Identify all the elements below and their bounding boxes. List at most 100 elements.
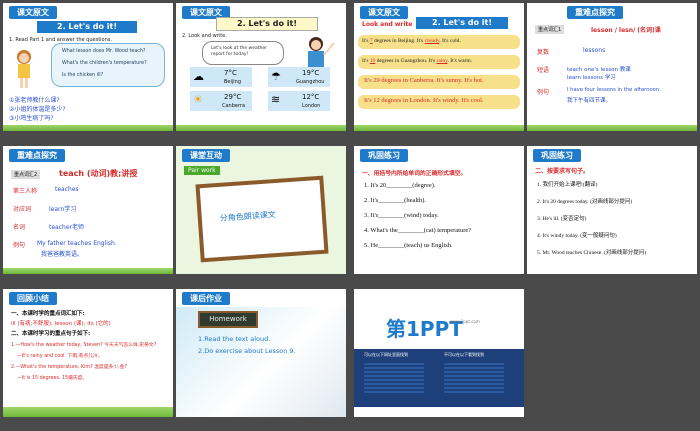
link-list — [364, 363, 424, 393]
slide-header: 回顾小结 — [9, 292, 57, 305]
line-post: . It's warm. — [447, 58, 473, 64]
slide-29[interactable]: 重难点探究 重点词汇2 teach (动词)教;讲授 第三人称 teaches … — [3, 146, 173, 274]
homework-board: Homework — [198, 311, 258, 328]
slide-33[interactable]: 回顾小结 一、本课时学的重点词汇如下: ill (有病;不舒服); lesson… — [3, 289, 173, 417]
link-list — [444, 363, 504, 393]
picture-frame: 分角色朗读课文 — [195, 175, 329, 263]
slide-header: 巩固练习 — [360, 149, 408, 162]
row-value: learn学习 — [49, 206, 77, 213]
slide-header: 重难点探究 — [567, 6, 623, 19]
exercise-item: 4. It's windy today. (变一般疑问句) — [537, 233, 617, 239]
slide-26[interactable]: 课文原文 2. Let's do it! 2. Look and write. … — [176, 3, 346, 131]
exercise-item: 2. It's________(health). — [364, 197, 427, 204]
line-mid: degrees in Guangzhou. It's — [375, 58, 437, 64]
row-value: 我下午有四节课。 — [567, 98, 612, 104]
answer-text: cloudy — [424, 38, 440, 44]
slide-32[interactable]: 巩固练习 二、按要求写句子。 1. 我们开始上课吧!(翻译) 2. It's 2… — [527, 146, 697, 274]
speech-bubble: Let's look at the weather report for tod… — [202, 41, 284, 65]
line-post: . It's cold. — [439, 38, 461, 44]
answer-text: It's 29 degrees in Canberra. It's sunny.… — [364, 77, 484, 84]
slide-header: 课后作业 — [182, 292, 230, 305]
section-tag: Look and write — [362, 21, 413, 28]
banner-caption: 可以在以下网址里面找到 — [364, 352, 408, 357]
section-tag: Pair work — [184, 166, 220, 175]
slide-header: 课文原文 — [360, 6, 408, 19]
slide-header: 重难点探究 — [9, 149, 65, 162]
slide-title: 2. Let's do it! — [416, 17, 508, 29]
row-value: 我爸爸教英语。 — [41, 251, 84, 258]
row-key: 短语 — [537, 67, 550, 74]
weather-card: ☁ 7°C Beijing — [190, 67, 252, 87]
exercise-item: 5. He________(teach) us English. — [364, 242, 453, 249]
exercise-item: 1. 我们开始上课吧!(翻译) — [537, 182, 598, 188]
row-value: teach one's lesson 教课 — [567, 67, 631, 73]
slide-31[interactable]: 巩固练习 一、用括号内所给单词的正确形式填空。 1. It's 20______… — [354, 146, 524, 274]
exercise-item: 1. It's 20________(degree). — [364, 182, 436, 189]
bubble-line: What's the children's temperature? — [62, 61, 147, 66]
row-key: 第三人称 — [13, 188, 38, 195]
key-word: teach (动词)教;讲授 — [59, 169, 138, 178]
slide-34[interactable]: 课后作业 Homework 1.Read the text aloud. 2.D… — [176, 289, 346, 417]
bubble-line: Is the chicken ill? — [62, 73, 104, 78]
homework-item: 2.Do exercise about Lesson 9. — [198, 347, 296, 355]
weather-card: ☀ 29°C Canberra — [190, 91, 252, 111]
weather-temp: 29°C — [224, 93, 242, 101]
question-cn: ①张老师教什么课? — [9, 97, 60, 104]
slide-35[interactable]: 第1PPT www.1ppt.com 可以在以下网址里面找到 不可以在以下看到找… — [354, 289, 524, 417]
row-value: I have four lessons in the afternoon. — [567, 87, 661, 93]
grass-decoration — [3, 407, 173, 417]
instruction: 2. Look and write. — [182, 33, 227, 39]
question-cn: ②小姐的体温是多少? — [9, 106, 66, 113]
rainy-icon: ☂ — [271, 71, 281, 83]
slide-header: 课堂互动 — [182, 149, 230, 162]
answer-text: rainy — [436, 58, 448, 64]
weather-card: ≋ 12°C London — [268, 91, 330, 111]
windy-icon: ≋ — [271, 94, 281, 106]
weather-city: Canberra — [222, 103, 246, 109]
slide-header: 课文原文 — [9, 6, 57, 19]
summary-line: 2.—What's the temperature, Kim? 温度是多少,金? — [11, 365, 127, 370]
row-key: 例句 — [537, 89, 550, 96]
frame-caption: 分角色朗读课文 — [219, 210, 277, 223]
site-url: www.1ppt.com — [450, 319, 480, 324]
slide-header: 巩固练习 — [533, 149, 581, 162]
summary-line: ill (有病;不舒服); lesson (课); its (它的) — [11, 321, 111, 327]
row-key: 例句 — [13, 242, 26, 249]
slide-25[interactable]: 课文原文 2. Let's do it! 1. Read Part 1 and … — [3, 3, 173, 131]
slide-28[interactable]: 重难点探究 重点词汇1 lesson / lesn/ (名词)课 复数 less… — [527, 3, 697, 131]
answer-text: It's 12 degrees in London. It's windy. I… — [364, 97, 484, 104]
slide-27[interactable]: 课文原文 Look and write 2. Let's do it! It's… — [354, 3, 524, 131]
summary-line: 一、本课时学的重点词汇如下: — [11, 311, 85, 317]
weather-city: Beijing — [224, 79, 242, 85]
banner-caption: 不可以在以下看到找到 — [444, 352, 484, 357]
weather-temp: 19°C — [302, 69, 320, 77]
exercise-item: 5. Mr. Wood teaches Chinese. (对画线部分提问) — [537, 250, 647, 256]
row-key: 对应词 — [13, 206, 32, 213]
summary-line: —It is 15 degrees. 15摄氏度。 — [17, 376, 88, 381]
row-value: teacher老师 — [49, 224, 84, 231]
info-banner: 可以在以下网址里面找到 不可以在以下看到找到 — [354, 349, 524, 407]
exercise-heading: 二、按要求写句子。 — [535, 168, 590, 175]
key-word: lesson / lesn/ (名词)课 — [591, 27, 661, 34]
row-key: 复数 — [537, 49, 550, 56]
row-value: learn lessons 学习 — [567, 75, 616, 81]
row-key: 名词 — [13, 224, 26, 231]
bubble-line: What lesson does Mr. Wood teach? — [62, 49, 146, 54]
exercise-item: 3. He's ill. (变否定句) — [537, 216, 587, 222]
summary-line: 二、本课时学习的重点句子如下: — [11, 331, 91, 337]
answer-strip: It's 19 degrees in Guangzhou. It's rainy… — [358, 55, 520, 69]
row-value: teaches — [55, 186, 79, 193]
row-value: My father teaches English. — [37, 240, 117, 247]
speech-text: Let's look at the weather report for tod… — [211, 46, 267, 57]
slide-30[interactable]: 课堂互动 Pair work 分角色朗读课文 ☆30 — [176, 146, 346, 274]
girl-illustration — [9, 47, 39, 89]
point-tag: 重点词汇1 — [535, 25, 565, 34]
line-mid: degrees in Beijing. It's — [372, 38, 425, 44]
point-tag: 重点词汇2 — [11, 170, 41, 179]
line-pre: It's — [362, 38, 370, 44]
summary-line: —It's rainy and cool. 下雨,有点儿冷。 — [17, 354, 103, 359]
line-pre: It's — [362, 58, 370, 64]
sunny-icon: ☀ — [193, 94, 203, 106]
exercise-item: 2. It's 20 degrees today. (对画线部分提问) — [537, 199, 633, 205]
summary-line: 1.—How's the weather today, Steven? 今天天气… — [11, 343, 157, 348]
